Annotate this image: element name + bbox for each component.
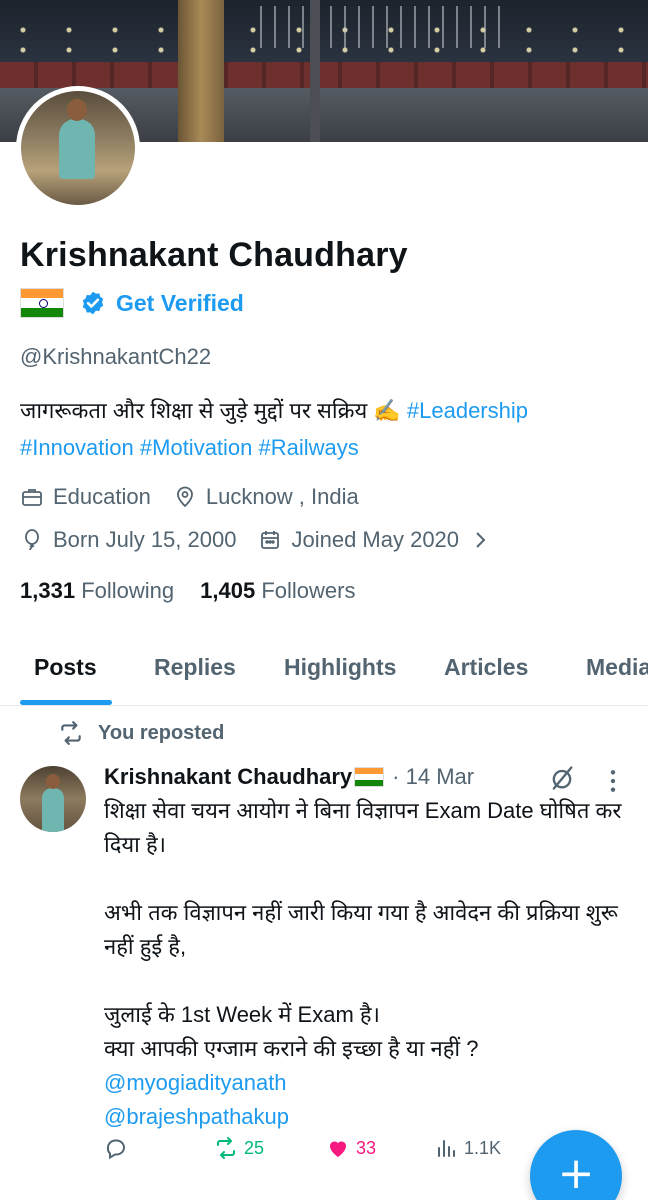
verify-row: Get Verified [20,288,244,318]
reply-icon [106,1139,126,1160]
bio-text: जागरूकता और शिक्षा से जुड़े मुद्दों पर स… [20,398,401,423]
retweet-count: 25 [244,1137,265,1158]
profile-avatar[interactable] [16,86,140,210]
grok-icon[interactable] [548,764,576,792]
views-icon [438,1140,455,1157]
birthday-label: Born July 15, 2000 [53,527,237,552]
post-author-avatar[interactable] [20,766,86,832]
location-pin-icon [176,486,193,508]
following-label: Following [81,578,175,603]
views-count: 1.1K [464,1137,502,1158]
india-flag-icon [20,288,64,318]
repost-label: You reposted [98,721,225,744]
hashtag-railways[interactable]: #Railways [259,435,359,460]
india-flag-icon [354,767,385,787]
retweet-button[interactable]: 25 [214,1136,264,1160]
hashtag-leadership[interactable]: #Leadership [407,398,528,423]
like-icon [330,1141,346,1157]
follow-counts: 1,331 Following 1,405 Followers [20,578,355,604]
like-button[interactable]: 33 [326,1136,376,1160]
compose-plus-icon: + [557,1148,595,1199]
repost-indicator: You reposted [58,720,224,746]
followers-count: 1,405 [200,578,256,603]
profile-handle: @KrishnakantCh22 [20,344,212,369]
tab-replies[interactable]: Replies [154,654,236,681]
joined-label: Joined May 2020 [291,527,460,552]
profile-bio: जागरूकता और शिक्षा से जुड़े मुद्दों पर स… [20,392,620,466]
followers-link[interactable]: 1,405 Followers [200,578,355,604]
post-date[interactable]: · 14 Mar [392,764,474,790]
category-label: Education [53,484,151,509]
briefcase-icon [22,489,42,506]
profile-category: Education [20,484,151,510]
hashtag-innovation[interactable]: #Innovation [20,435,134,460]
post-author-name[interactable]: Krishnakant Chaudhary [104,764,352,790]
post-paragraph-2: अभी तक विज्ञापन नहीं जारी किया गया है आव… [104,900,618,959]
profile-meta-row-1: Education Lucknow , India [20,484,381,510]
balloon-icon [25,529,39,551]
like-count: 33 [356,1137,377,1158]
profile-tabs: Posts Replies Highlights Articles Media [0,640,648,706]
tab-posts[interactable]: Posts [34,654,97,681]
profile-name: Krishnakant Chaudhary [20,236,408,274]
post-text: शिक्षा सेवा चयन आयोग ने बिना विज्ञापन Ex… [104,794,634,1134]
calendar-icon [261,531,280,549]
tab-media[interactable]: Media [586,654,648,681]
following-count: 1,331 [20,578,76,603]
profile-meta-row-2: Born July 15, 2000 Joined May 2020 [20,527,514,553]
profile-birthday: Born July 15, 2000 [20,527,236,553]
reply-button[interactable] [104,1136,128,1160]
repost-icon [61,721,81,745]
post-paragraph-1: शिक्षा सेवा चयन आयोग ने बिना विज्ञापन Ex… [104,798,622,857]
chevron-right-icon[interactable] [468,528,492,552]
more-icon[interactable] [606,768,620,794]
retweet-icon [217,1137,235,1159]
post-paragraph-3: जुलाई के 1st Week में Exam है। क्या आपकी… [104,1002,479,1061]
mention-brajeshpathakup[interactable]: @brajeshpathakup [104,1100,634,1134]
following-link[interactable]: 1,331 Following [20,578,174,604]
hashtag-motivation[interactable]: #Motivation [140,435,253,460]
profile-joined[interactable]: Joined May 2020 [258,527,492,553]
location-label: Lucknow , India [205,484,359,509]
profile-location: Lucknow , India [173,484,359,510]
verified-badge-icon [82,291,104,315]
views-button[interactable]: 1.1K [434,1136,501,1160]
post-header: Krishnakant Chaudhary · 14 Mar [104,764,474,790]
active-tab-indicator [20,700,112,705]
tab-articles[interactable]: Articles [444,654,528,681]
get-verified-link[interactable]: Get Verified [116,290,244,317]
followers-label: Followers [261,578,356,603]
mention-myogiadityanath[interactable]: @myogiadityanath [104,1066,634,1100]
tab-highlights[interactable]: Highlights [284,654,396,681]
